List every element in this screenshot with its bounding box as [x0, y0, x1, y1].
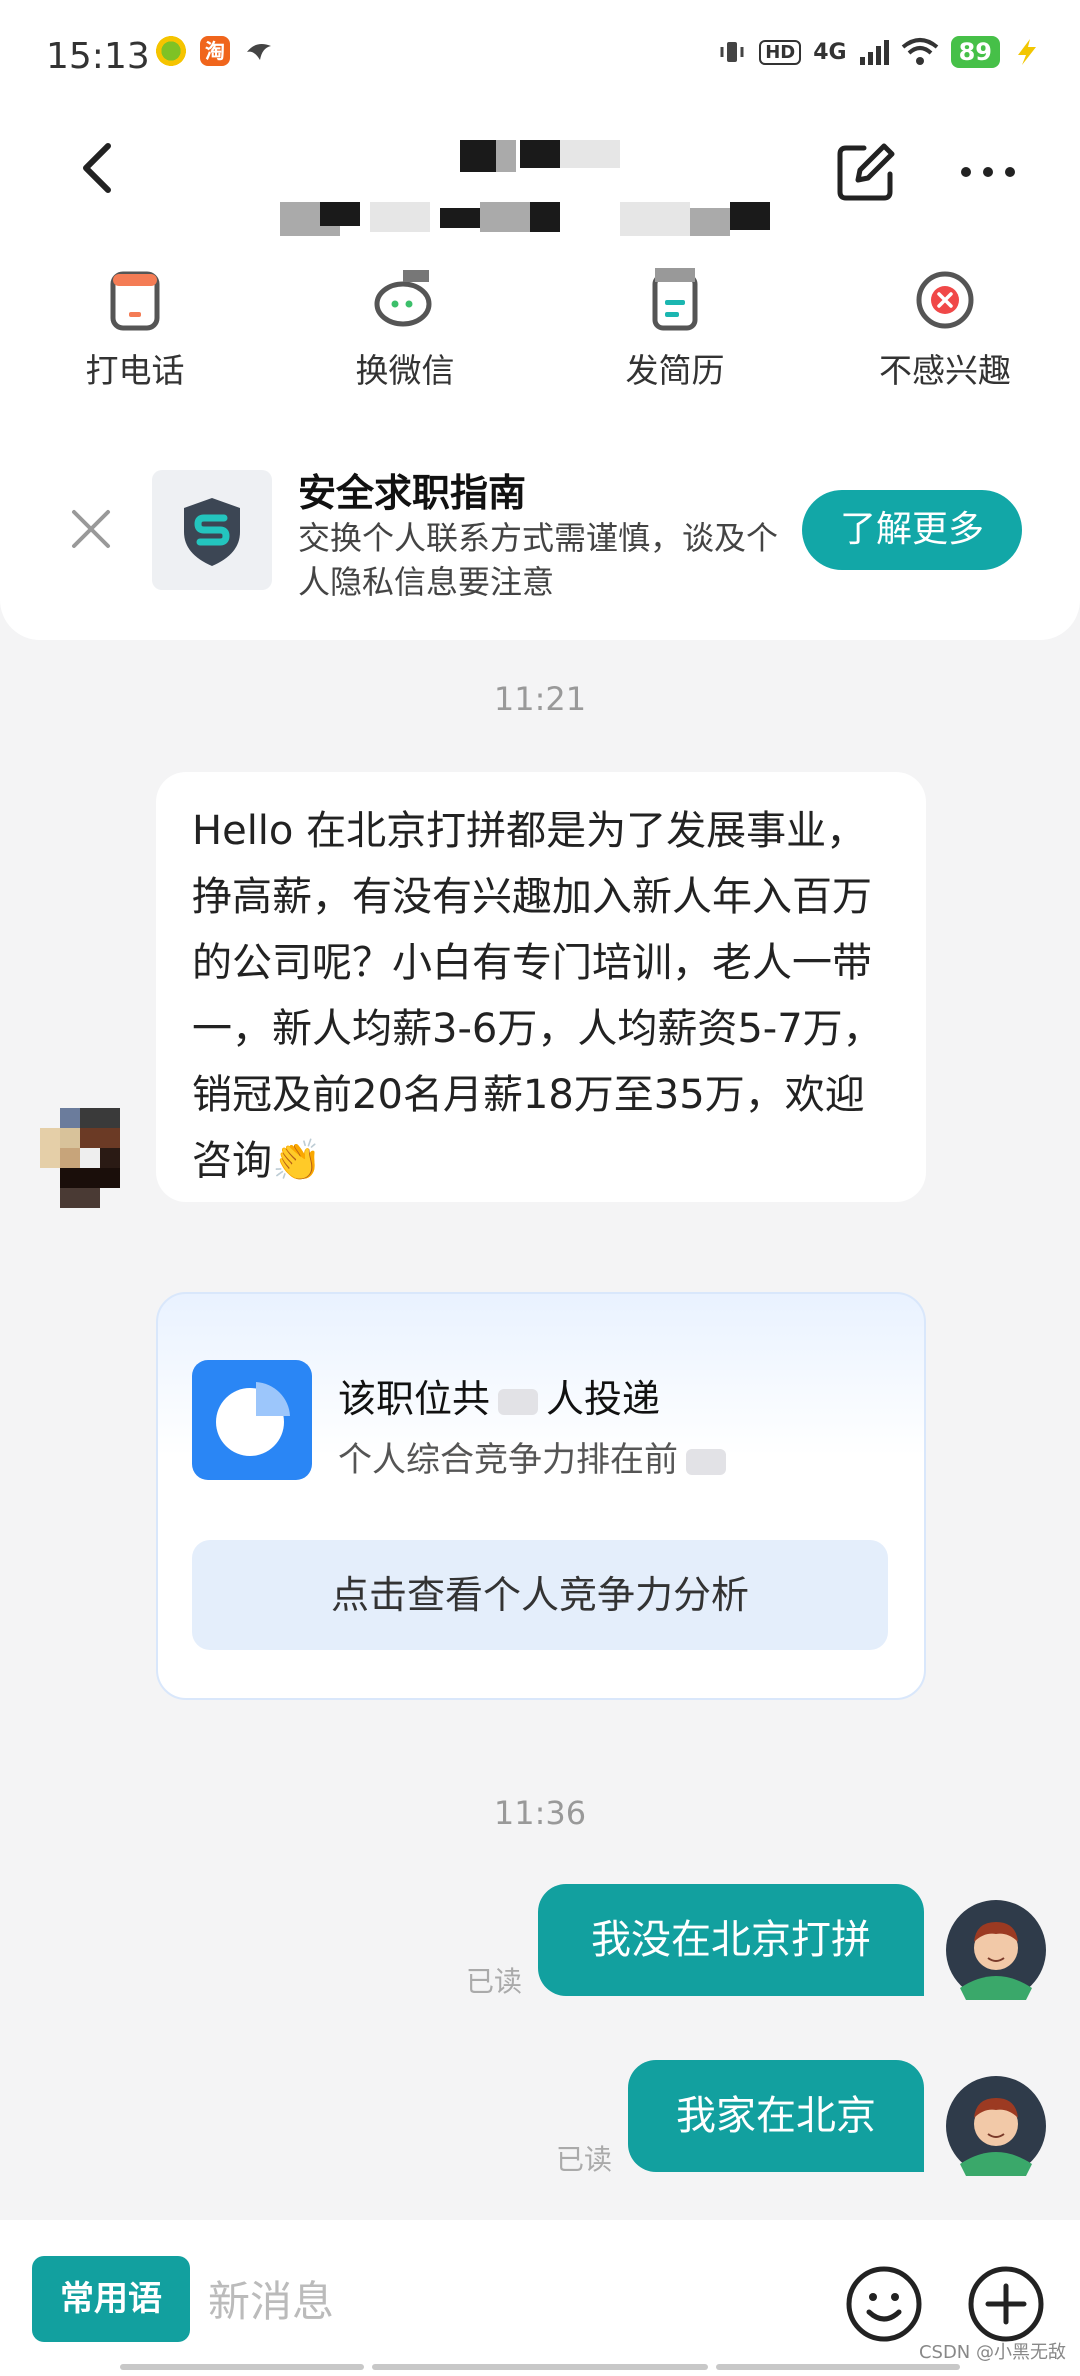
- read-status: 已读: [556, 2143, 613, 2176]
- card-title-prefix: 该职位共: [338, 1377, 491, 1421]
- status-time: 15:13: [46, 36, 150, 77]
- card-subtitle: 个人综合竞争力排在前: [338, 1432, 734, 1481]
- charging-icon: [1018, 39, 1036, 65]
- close-icon[interactable]: [68, 506, 114, 552]
- status-bar: 15:13 淘 HD 4G 89: [0, 0, 1080, 110]
- wechat-label: 换微信: [355, 351, 455, 390]
- not-interested-icon: [913, 268, 977, 332]
- call-action[interactable]: 打电话: [0, 250, 270, 430]
- vibrate-icon: [720, 42, 744, 62]
- back-icon[interactable]: [70, 140, 126, 196]
- status-app-icons: 淘: [156, 36, 274, 66]
- emoji-icon[interactable]: [844, 2264, 924, 2344]
- hd-badge: HD: [759, 39, 802, 65]
- battery-level: 89: [950, 36, 1000, 68]
- card-sub-text: 个人综合竞争力排在前: [338, 1440, 678, 1480]
- signal-icon: [859, 40, 889, 65]
- taobao-app-icon: 淘: [200, 36, 230, 66]
- watermark: CSDN @小黑无敌: [918, 2342, 1066, 2363]
- outgoing-message-bubble[interactable]: 我家在北京: [628, 2060, 924, 2172]
- wechat-action[interactable]: 换微信: [270, 250, 540, 430]
- card-title: 该职位共 人投递: [338, 1368, 660, 1423]
- edit-icon[interactable]: [834, 140, 898, 204]
- rank-blurred: [686, 1448, 726, 1475]
- wifi-icon: [901, 38, 938, 65]
- input-bar: 常用语 CSDN @小黑无敌: [0, 2220, 1080, 2376]
- common-phrases-button[interactable]: 常用语: [32, 2256, 190, 2342]
- guide-text: 交换个人联系方式需谨慎，谈及个人隐私信息要注意: [298, 519, 779, 601]
- guide-title: 安全求职指南: [298, 471, 527, 515]
- status-indicators: HD 4G 89: [717, 36, 1040, 68]
- network-label: 4G: [813, 39, 847, 65]
- add-icon[interactable]: [966, 2264, 1046, 2344]
- home-indicator: [372, 2364, 708, 2370]
- resume-icon: [643, 268, 707, 332]
- recruiter-avatar[interactable]: [40, 1108, 140, 1208]
- safety-guide-banner: 安全求职指南 交换个人联系方式需谨慎，谈及个人隐私信息要注意 了解更多: [0, 430, 1080, 640]
- read-status: 已读: [466, 1965, 523, 1998]
- phone-icon: [103, 268, 167, 332]
- pie-chart-icon: [192, 1360, 312, 1480]
- action-row: 打电话 换微信 发简历 不感兴趣: [0, 250, 1080, 430]
- wechat-icon: [373, 268, 437, 332]
- card-title-suffix: 人投递: [546, 1377, 661, 1421]
- not-interested-label: 不感兴趣: [879, 351, 1011, 390]
- message-timestamp: 11:36: [493, 1794, 587, 1832]
- user-avatar[interactable]: [946, 2076, 1046, 2176]
- incoming-message-bubble[interactable]: Hello 在北京打拼都是为了发展事业，挣高薪，有没有兴趣加入新人年入百万的公司…: [156, 772, 926, 1202]
- home-indicator: [716, 2364, 960, 2370]
- applicant-count-blurred: [498, 1388, 539, 1415]
- learn-more-button[interactable]: 了解更多: [802, 490, 1022, 570]
- incoming-message-text: Hello 在北京打拼都是为了发展事业，挣高薪，有没有兴趣加入新人年入百万的公司…: [192, 808, 883, 1184]
- message-timestamp: 11:21: [493, 680, 587, 718]
- outgoing-message-bubble[interactable]: 我没在北京打拼: [538, 1884, 924, 1996]
- resume-action[interactable]: 发简历: [540, 250, 810, 430]
- music-app-icon: [156, 36, 186, 66]
- bird-app-icon: [244, 36, 274, 66]
- competitiveness-card: 该职位共 人投递 个人综合竞争力排在前 点击查看个人竞争力分析: [156, 1292, 926, 1700]
- message-input[interactable]: [206, 2264, 810, 2338]
- chat-header: [0, 110, 1080, 250]
- shield-logo-icon: [152, 470, 272, 590]
- more-icon[interactable]: [956, 140, 1020, 204]
- view-analysis-button[interactable]: 点击查看个人竞争力分析: [192, 1540, 888, 1650]
- contact-name-pixelated: [280, 128, 800, 238]
- home-indicator: [120, 2364, 364, 2370]
- not-interested-action[interactable]: 不感兴趣: [810, 250, 1080, 430]
- call-label: 打电话: [85, 351, 185, 390]
- resume-label: 发简历: [625, 351, 725, 390]
- user-avatar[interactable]: [946, 1900, 1046, 2000]
